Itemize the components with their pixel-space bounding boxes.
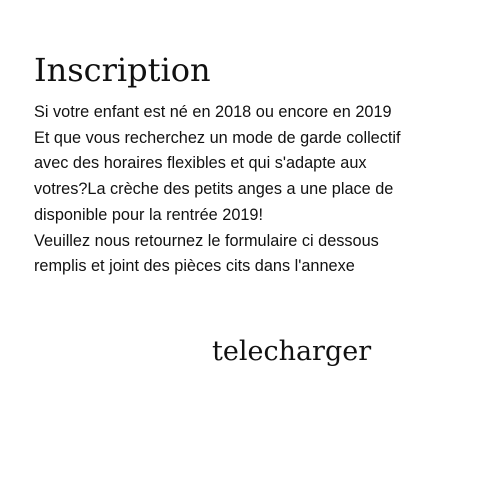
description-text: Si votre enfant est né en 2018 ou encore…: [34, 100, 474, 280]
description-line: disponible pour la rentrée 2019!: [34, 205, 264, 224]
description-line: votres?La crèche des petits anges a une …: [34, 180, 394, 199]
description-line: avec des horaires flexibles et qui s'ada…: [34, 154, 367, 173]
download-link[interactable]: telecharger: [212, 332, 371, 372]
description-line: Si votre enfant est né en 2018 ou encore…: [34, 103, 392, 121]
description-line: Et que vous recherchez un mode de garde …: [34, 128, 401, 147]
description-line: Veuillez nous retournez le formulaire ci…: [34, 231, 379, 250]
page: Inscription Si votre enfant est né en 20…: [0, 0, 500, 500]
description-line: remplis et joint des pièces cits dans l'…: [34, 257, 355, 276]
page-title: Inscription: [34, 51, 211, 89]
